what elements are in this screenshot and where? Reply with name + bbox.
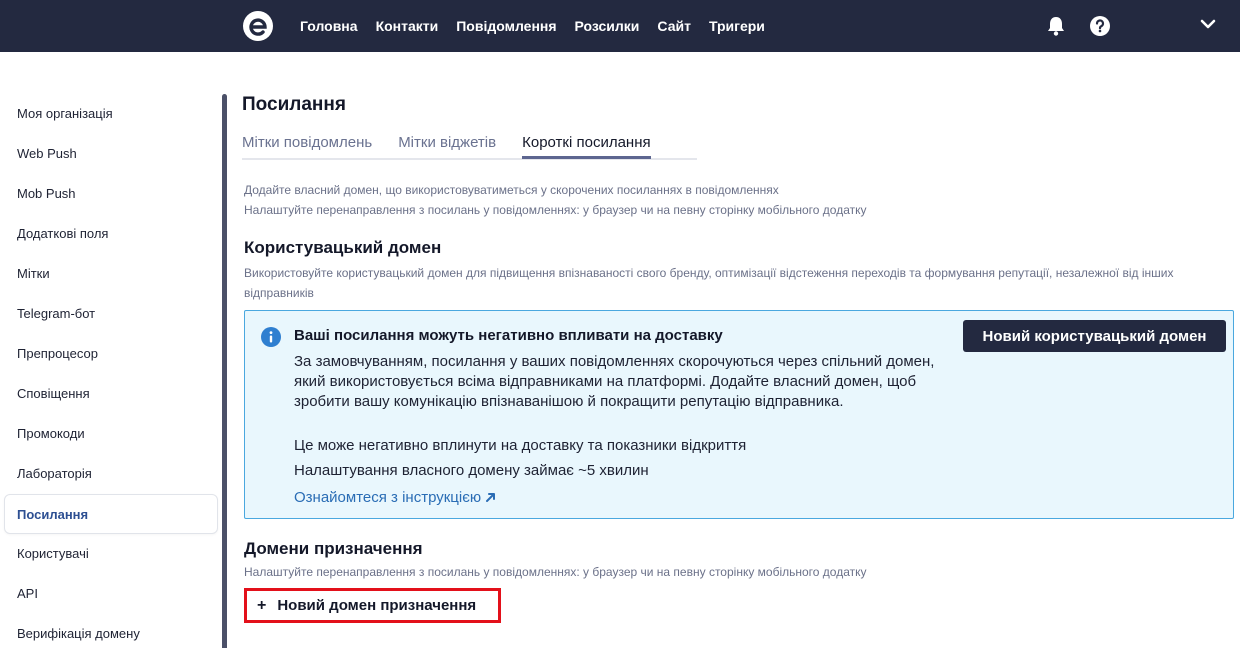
tabs: Мітки повідомлень Мітки віджетів Короткі…	[242, 134, 677, 159]
sidebar-item-notifications[interactable]: Сповіщення	[0, 374, 220, 414]
settings-sidebar: Моя організація Web Push Mob Push Додатк…	[0, 94, 220, 648]
nav-site[interactable]: Сайт	[657, 18, 691, 34]
sidebar-item-api[interactable]: API	[0, 574, 220, 614]
sidebar-item-links[interactable]: Посилання	[4, 494, 218, 534]
tab-message-tags[interactable]: Мітки повідомлень	[242, 134, 372, 159]
sidebar-item-mob-push[interactable]: Mob Push	[0, 174, 220, 214]
nav-home[interactable]: Головна	[300, 18, 358, 34]
info-alert: Ваші посилання можуть негативно впливати…	[244, 310, 1234, 519]
chevron-down-icon[interactable]	[1200, 18, 1216, 30]
instruction-link[interactable]: Ознайомтеся з інструкцією	[294, 489, 496, 506]
intro-text: Додайте власний домен, що використовуват…	[244, 180, 867, 220]
page-title: Посилання	[242, 94, 346, 115]
nav-messages[interactable]: Повідомлення	[456, 18, 556, 34]
info-icon	[261, 327, 281, 347]
intro-line-2: Налаштуйте перенаправлення з посилань у …	[244, 203, 867, 217]
info-line-setup-time: Налаштування власного домену займає ~5 х…	[294, 462, 649, 479]
sidebar-item-domain-verification[interactable]: Верифікація домену	[0, 614, 220, 648]
destination-domains-description: Налаштуйте перенаправлення з посилань у …	[244, 565, 867, 579]
info-title: Ваші посилання можуть негативно впливати…	[294, 327, 723, 344]
custom-domain-heading: Користувацький домен	[244, 238, 442, 257]
sidebar-item-web-push[interactable]: Web Push	[0, 134, 220, 174]
instruction-link-label: Ознайомтеся з інструкцією	[294, 489, 482, 506]
tab-widget-tags[interactable]: Мітки віджетів	[398, 134, 496, 159]
new-custom-domain-button[interactable]: Новий користувацький домен	[963, 320, 1226, 352]
sidebar-item-extra-fields[interactable]: Додаткові поля	[0, 214, 220, 254]
nav-contacts[interactable]: Контакти	[376, 18, 439, 34]
sidebar-item-promocodes[interactable]: Промокоди	[0, 414, 220, 454]
sidebar-item-preprocessor[interactable]: Препроцесор	[0, 334, 220, 374]
new-destination-domain-label: Новий домен призначення	[277, 597, 477, 614]
main-nav: Головна Контакти Повідомлення Розсилки С…	[300, 0, 783, 52]
nav-triggers[interactable]: Тригери	[709, 18, 765, 34]
sidebar-item-tags[interactable]: Мітки	[0, 254, 220, 294]
destination-domains-heading: Домени призначення	[244, 539, 423, 558]
info-body: За замовчуванням, посилання у ваших пові…	[294, 353, 935, 410]
custom-domain-description: Використовуйте користувацький домен для …	[244, 266, 1174, 300]
sidebar-scrollbar[interactable]	[222, 94, 227, 648]
sidebar-item-users[interactable]: Користувачі	[0, 534, 220, 574]
new-destination-domain-button[interactable]: + Новий домен призначення	[244, 588, 501, 623]
sidebar-item-telegram-bot[interactable]: Telegram-бот	[0, 294, 220, 334]
bell-icon[interactable]	[1046, 15, 1066, 37]
sidebar-item-laboratory[interactable]: Лабораторія	[0, 454, 220, 494]
intro-line-1: Додайте власний домен, що використовуват…	[244, 183, 779, 197]
sidebar-item-organization[interactable]: Моя організація	[0, 94, 220, 134]
plus-icon: +	[257, 596, 267, 614]
info-line-delivery: Це може негативно вплинути на доставку т…	[294, 437, 747, 454]
question-icon[interactable]	[1090, 16, 1110, 36]
e-logo-icon[interactable]	[242, 10, 274, 42]
external-arrow-icon	[486, 493, 496, 502]
top-navigation-bar: Головна Контакти Повідомлення Розсилки С…	[0, 0, 1240, 52]
tab-short-links[interactable]: Короткі посилання	[522, 134, 651, 159]
nav-campaigns[interactable]: Розсилки	[575, 18, 640, 34]
